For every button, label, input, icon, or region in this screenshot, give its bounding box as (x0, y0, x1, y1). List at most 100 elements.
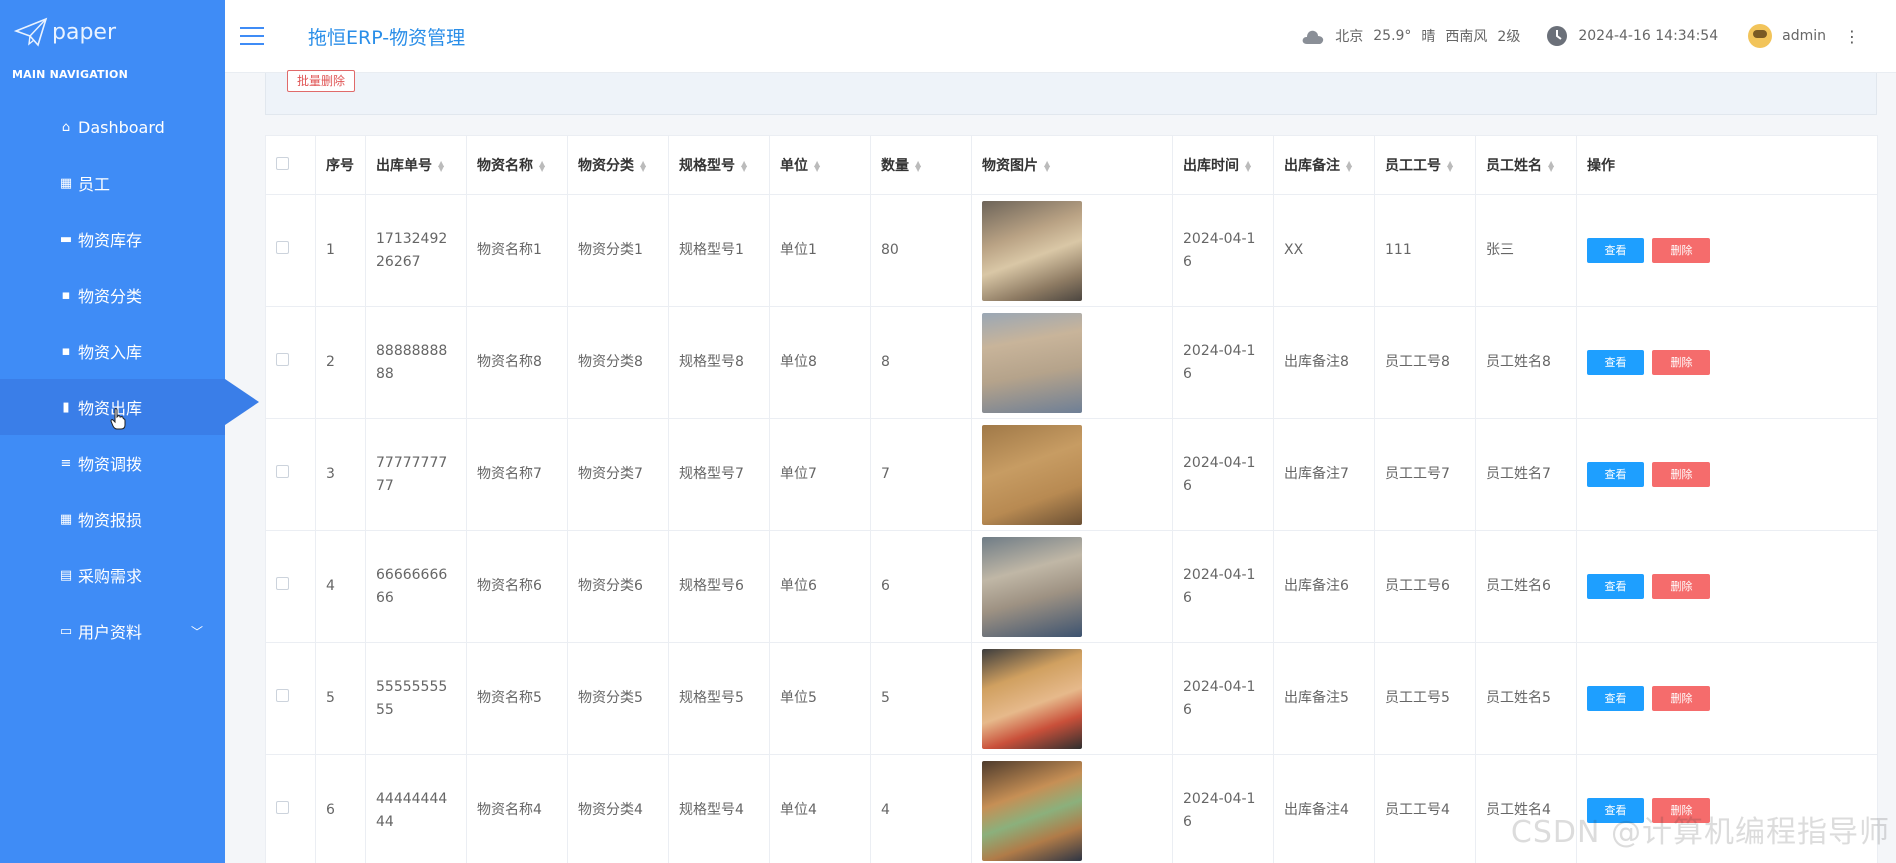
menu-toggle-icon[interactable] (240, 27, 264, 45)
column-header-sortable[interactable]: 数量 ▲ ▼ (870, 135, 972, 195)
column-header-sortable[interactable]: 物资图片 ▲ ▼ (971, 135, 1173, 195)
item-photo[interactable] (982, 200, 1082, 301)
sidebar-item-user-profile[interactable]: ▭ 用户资料 ﹀ (0, 603, 225, 659)
sidebar-item-label: Dashboard (78, 117, 165, 137)
sort-icon[interactable]: ▲ ▼ (1044, 160, 1050, 173)
item-photo[interactable] (982, 536, 1082, 637)
sidebar-item-employee[interactable]: ▦ 员工 (0, 155, 225, 211)
sidebar-item-damage[interactable]: ▦ 物资报损 (0, 491, 225, 547)
row-checkbox[interactable] (276, 689, 289, 702)
delete-button[interactable]: 删除 (1652, 350, 1711, 375)
row-select-cell[interactable] (265, 306, 316, 419)
sort-icon[interactable]: ▲ ▼ (1447, 160, 1453, 173)
sidebar-item-transfer[interactable]: ≡ 物资调拨 (0, 435, 225, 491)
cell-emp-no: 111 (1374, 194, 1476, 307)
row-select-cell[interactable] (265, 194, 316, 307)
avatar[interactable] (1748, 24, 1773, 48)
select-all-checkbox[interactable] (276, 156, 289, 170)
sidebar-item-label: 用户资料 (78, 623, 143, 642)
column-header-sortable[interactable]: 出库备注 ▲ ▼ (1273, 135, 1375, 195)
weather-condition: 晴 (1421, 29, 1436, 45)
view-button[interactable]: 查看 (1587, 574, 1644, 599)
cell-unit: 单位4 (769, 754, 871, 863)
cell-spec: 规格型号4 (668, 754, 770, 863)
table-row: 2 8888888888 物资名称8 物资分类8 规格型号8 单位8 8 2024-04-16… (265, 306, 1878, 419)
datetime-widget: 2024-4-16 14:34:54 (1546, 25, 1718, 47)
sort-icon[interactable]: ▲ ▼ (640, 160, 646, 173)
column-header-sortable[interactable]: 物资名称 ▲ ▼ (466, 135, 568, 195)
view-button[interactable]: 查看 (1587, 238, 1644, 263)
grid-icon: ▦ (59, 175, 73, 191)
row-select-cell[interactable] (265, 418, 316, 531)
delete-button[interactable]: 删除 (1652, 574, 1711, 599)
cell-emp-name: 员工姓名8 (1475, 306, 1577, 419)
delete-button[interactable]: 删除 (1652, 462, 1711, 487)
cell-emp-no: 员工工号5 (1374, 642, 1476, 755)
row-select-cell[interactable] (265, 754, 316, 863)
sidebar-item-label: 物资入库 (78, 343, 143, 362)
column-header-sortable[interactable]: 员工姓名 ▲ ▼ (1475, 135, 1577, 195)
row-checkbox[interactable] (276, 577, 289, 590)
sort-icon[interactable]: ▲ ▼ (1245, 160, 1251, 173)
row-checkbox[interactable] (276, 801, 289, 814)
cell-actions: 查看 删除 (1576, 194, 1878, 307)
bar-chart-icon: ▮ (62, 399, 70, 415)
cell-emp-no: 员工工号6 (1374, 530, 1476, 643)
logo[interactable]: paper (0, 0, 225, 64)
nav-section-title: MAIN NAVIGATION (12, 68, 129, 81)
batch-delete-button[interactable]: 批量删除 (287, 70, 356, 92)
column-header-sortable[interactable]: 出库时间 ▲ ▼ (1172, 135, 1274, 195)
sort-icon[interactable]: ▲ ▼ (814, 160, 820, 173)
sort-icon[interactable]: ▲ ▼ (741, 160, 747, 173)
sidebar-item-category[interactable]: ▪ 物资分类 (0, 267, 225, 323)
sort-icon[interactable]: ▲ ▼ (539, 160, 545, 173)
row-select-cell[interactable] (265, 530, 316, 643)
row-checkbox[interactable] (276, 241, 289, 254)
sort-icon[interactable]: ▲ ▼ (438, 160, 444, 173)
list-icon: ≡ (60, 455, 72, 471)
select-all-cell[interactable] (265, 135, 316, 195)
row-checkbox[interactable] (276, 353, 289, 366)
column-header-sortable[interactable]: 规格型号 ▲ ▼ (668, 135, 770, 195)
item-photo[interactable] (982, 312, 1082, 413)
cell-category: 物资分类6 (567, 530, 669, 643)
column-header-sortable[interactable]: 员工工号 ▲ ▼ (1374, 135, 1476, 195)
clipboard-icon: ▤ (59, 567, 73, 583)
cell-category: 物资分类7 (567, 418, 669, 531)
column-header-sortable[interactable]: 单位 ▲ ▼ (769, 135, 871, 195)
cell-unit: 单位5 (769, 642, 871, 755)
sidebar-item-label: 物资报损 (78, 511, 143, 530)
chevron-down-icon: ﹀ (190, 624, 203, 639)
item-photo[interactable] (982, 424, 1082, 525)
column-header-sortable[interactable]: 出库单号 ▲ ▼ (365, 135, 467, 195)
sidebar-item-purchase[interactable]: ▤ 采购需求 (0, 547, 225, 603)
item-photo[interactable] (982, 648, 1082, 749)
user-menu[interactable]: admin ⋮ (1748, 24, 1860, 48)
cell-qty: 7 (870, 418, 972, 531)
weather-widget: 北京 25.9° 晴 西南风 2级 (1301, 26, 1520, 46)
sort-icon[interactable]: ▲ ▼ (915, 160, 921, 173)
cell-index: 6 (315, 754, 366, 863)
table-header-row: 序号 出库单号 ▲ ▼ 物资名称 ▲ ▼ 物资分类 ▲ ▼ 规格型号 ▲ ▼ 单位 ▲ ▼ 数量 ▲ ▼… (265, 135, 1878, 195)
cell-emp-no: 员工工号7 (1374, 418, 1476, 531)
cell-unit: 单位6 (769, 530, 871, 643)
view-button[interactable]: 查看 (1587, 350, 1644, 375)
sort-icon[interactable]: ▲ ▼ (1548, 160, 1554, 173)
delete-button[interactable]: 删除 (1652, 238, 1711, 263)
sidebar-item-dashboard[interactable]: ⌂ Dashboard (0, 99, 225, 155)
weather-level: 2级 (1497, 29, 1521, 45)
view-button[interactable]: 查看 (1587, 462, 1644, 487)
sort-icon[interactable]: ▲ ▼ (1346, 160, 1352, 173)
sidebar-item-inventory[interactable]: ▬ 物资库存 (0, 211, 225, 267)
cell-order-no: 4444444444 (365, 754, 467, 863)
more-vertical-icon[interactable]: ⋮ (1844, 27, 1860, 46)
cell-unit: 单位7 (769, 418, 871, 531)
sidebar-item-inbound[interactable]: ▪ 物资入库 (0, 323, 225, 379)
row-checkbox[interactable] (276, 465, 289, 478)
row-select-cell[interactable] (265, 642, 316, 755)
delete-button[interactable]: 删除 (1652, 686, 1711, 711)
cell-index: 3 (315, 418, 366, 531)
view-button[interactable]: 查看 (1587, 686, 1644, 711)
column-header-sortable[interactable]: 物资分类 ▲ ▼ (567, 135, 669, 195)
item-photo[interactable] (982, 760, 1082, 861)
